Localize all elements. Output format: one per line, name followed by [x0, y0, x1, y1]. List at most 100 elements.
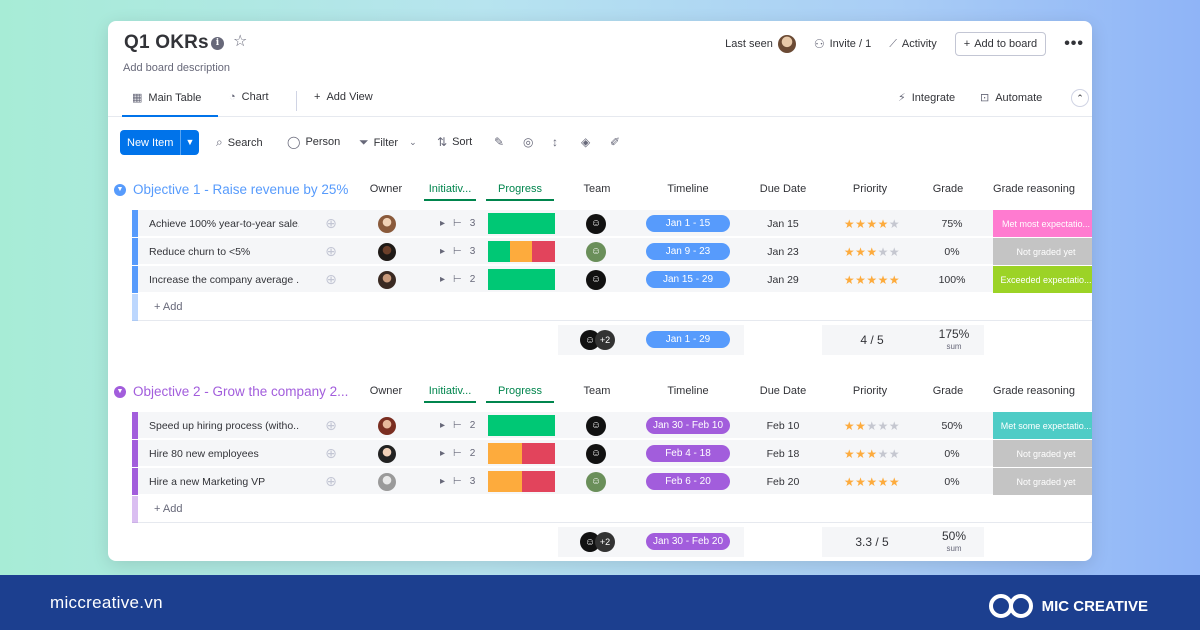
column-header-initiatives[interactable]: Initiativ...	[424, 385, 476, 403]
add-update-icon[interactable]: ⊕	[322, 266, 340, 293]
new-item-button[interactable]: New Item ▼	[120, 130, 199, 155]
row-height-icon[interactable]: ↕	[552, 135, 558, 149]
board-title[interactable]: Q1 OKRs	[124, 32, 209, 54]
column-header-progress[interactable]: Progress	[486, 385, 554, 403]
item-name[interactable]: Increase the company average ...	[149, 266, 299, 293]
owner-cell[interactable]	[377, 210, 397, 237]
column-header-timeline[interactable]: Timeline	[648, 183, 728, 195]
column-header-team[interactable]: Team	[572, 385, 622, 397]
table-row[interactable]: Hire a new Marketing VP ⊕ ▸ ⊢ 3 ☺ Feb 6 - 20 Fe…	[132, 468, 1092, 495]
sort-button[interactable]: ⇅ Sort	[437, 135, 472, 149]
expand-arrow-icon[interactable]: ▸	[440, 218, 445, 229]
priority-rating[interactable]: ★★★★★	[832, 468, 912, 495]
grade-value[interactable]: 0%	[932, 238, 972, 265]
grade-value[interactable]: 0%	[932, 440, 972, 467]
collapse-header-button[interactable]: ⌃	[1071, 89, 1089, 107]
invite-button[interactable]: ⚇ Invite / 1	[814, 37, 871, 51]
priority-rating[interactable]: ★★★★★	[832, 266, 912, 293]
column-header-due-date[interactable]: Due Date	[748, 385, 818, 397]
item-name[interactable]: Achieve 100% year-to-year sale...	[149, 210, 299, 237]
column-header-priority[interactable]: Priority	[830, 183, 910, 195]
last-seen-button[interactable]: Last seen	[725, 35, 796, 53]
grade-reasoning-tag[interactable]: Not graded yet	[993, 440, 1092, 467]
priority-rating[interactable]: ★★★★★	[832, 412, 912, 439]
expand-arrow-icon[interactable]: ▸	[440, 246, 445, 257]
expand-arrow-icon[interactable]: ▸	[440, 476, 445, 487]
column-header-due-date[interactable]: Due Date	[748, 183, 818, 195]
due-date[interactable]: Feb 10	[750, 412, 816, 439]
table-row[interactable]: Reduce churn to <5% ⊕ ▸ ⊢ 3 ☺ Jan 9 - 23 Jan 23…	[132, 238, 1092, 265]
timeline-pill[interactable]: Feb 4 - 18	[646, 445, 730, 462]
column-header-grade[interactable]: Grade	[926, 183, 970, 195]
grade-value[interactable]: 0%	[932, 468, 972, 495]
chevron-down-icon[interactable]: ▼	[114, 183, 126, 196]
owner-cell[interactable]	[377, 238, 397, 265]
team-cell[interactable]: ☺	[584, 210, 608, 237]
initiatives-cell[interactable]: ▸ ⊢ 2	[440, 412, 490, 439]
team-cell[interactable]: ☺	[584, 412, 608, 439]
table-row[interactable]: Increase the company average ... ⊕ ▸ ⊢ 2 ☺ Jan…	[132, 266, 1092, 293]
chevron-down-icon[interactable]: ▼	[114, 385, 126, 398]
column-header-owner[interactable]: Owner	[363, 183, 409, 195]
initiatives-cell[interactable]: ▸ ⊢ 2	[440, 266, 490, 293]
team-cell[interactable]: ☺	[584, 238, 608, 265]
column-header-team[interactable]: Team	[572, 183, 622, 195]
initiatives-cell[interactable]: ▸ ⊢ 3	[440, 210, 490, 237]
timeline-pill[interactable]: Feb 6 - 20	[646, 473, 730, 490]
due-date[interactable]: Jan 29	[750, 266, 816, 293]
chevron-down-icon[interactable]: ⌄	[409, 137, 417, 148]
item-name[interactable]: Hire 80 new employees	[149, 440, 299, 467]
grade-reasoning-tag[interactable]: Not graded yet	[993, 238, 1092, 265]
color-fill-icon[interactable]: ◈	[581, 135, 590, 149]
column-header-grade[interactable]: Grade	[926, 385, 970, 397]
column-header-owner[interactable]: Owner	[363, 385, 409, 397]
owner-cell[interactable]	[377, 412, 397, 439]
timeline-pill[interactable]: Jan 30 - Feb 10	[646, 417, 730, 434]
item-name[interactable]: Reduce churn to <5%	[149, 238, 299, 265]
add-update-icon[interactable]: ⊕	[322, 238, 340, 265]
column-header-initiatives[interactable]: Initiativ...	[424, 183, 476, 201]
group-title[interactable]: ▼ Objective 2 - Grow the company 2...	[114, 384, 348, 399]
grade-reasoning-tag[interactable]: Exceeded expectatio...	[993, 266, 1092, 293]
add-update-icon[interactable]: ⊕	[322, 412, 340, 439]
add-item-label[interactable]: + Add	[154, 503, 182, 515]
add-update-icon[interactable]: ⊕	[322, 440, 340, 467]
add-view-button[interactable]: + Add View	[314, 91, 373, 103]
item-name[interactable]: Speed up hiring process (witho...	[149, 412, 299, 439]
expand-arrow-icon[interactable]: ▸	[440, 274, 445, 285]
timeline-pill[interactable]: Jan 15 - 29	[646, 271, 730, 288]
add-update-icon[interactable]: ⊕	[322, 468, 340, 495]
due-date[interactable]: Jan 15	[750, 210, 816, 237]
due-date[interactable]: Jan 23	[750, 238, 816, 265]
due-date[interactable]: Feb 18	[750, 440, 816, 467]
expand-arrow-icon[interactable]: ▸	[440, 420, 445, 431]
table-row[interactable]: Hire 80 new employees ⊕ ▸ ⊢ 2 ☺ Feb 4 - 18 Feb …	[132, 440, 1092, 467]
timeline-pill[interactable]: Jan 1 - 15	[646, 215, 730, 232]
automate-button[interactable]: ⊡ Automate	[980, 91, 1042, 105]
team-cell[interactable]: ☺	[584, 266, 608, 293]
format-icon[interactable]: ✐	[610, 135, 620, 149]
due-date[interactable]: Feb 20	[750, 468, 816, 495]
integrate-button[interactable]: ⚡ Integrate	[898, 91, 955, 105]
column-header-grade-reasoning[interactable]: Grade reasoning	[978, 183, 1090, 195]
add-item-row[interactable]: + Add	[132, 294, 1092, 321]
owner-cell[interactable]	[377, 468, 397, 495]
search-button[interactable]: ⌕ Search	[216, 135, 263, 150]
owner-cell[interactable]	[377, 266, 397, 293]
hide-icon[interactable]: ◎	[523, 135, 533, 149]
person-filter-button[interactable]: ◯ Person	[287, 135, 340, 149]
grade-reasoning-tag[interactable]: Met most expectatio...	[993, 210, 1092, 237]
footer-site[interactable]: miccreative.vn	[50, 593, 163, 613]
activity-button[interactable]: ⟋ Activity	[889, 38, 937, 51]
pin-icon[interactable]: ✎	[494, 135, 504, 149]
column-header-priority[interactable]: Priority	[830, 385, 910, 397]
group-title[interactable]: ▼ Objective 1 - Raise revenue by 25%	[114, 182, 348, 197]
expand-arrow-icon[interactable]: ▸	[440, 448, 445, 459]
priority-rating[interactable]: ★★★★★	[832, 238, 912, 265]
team-cell[interactable]: ☺	[584, 440, 608, 467]
column-header-progress[interactable]: Progress	[486, 183, 554, 201]
grade-value[interactable]: 50%	[932, 412, 972, 439]
owner-cell[interactable]	[377, 440, 397, 467]
grade-value[interactable]: 75%	[932, 210, 972, 237]
grade-value[interactable]: 100%	[932, 266, 972, 293]
